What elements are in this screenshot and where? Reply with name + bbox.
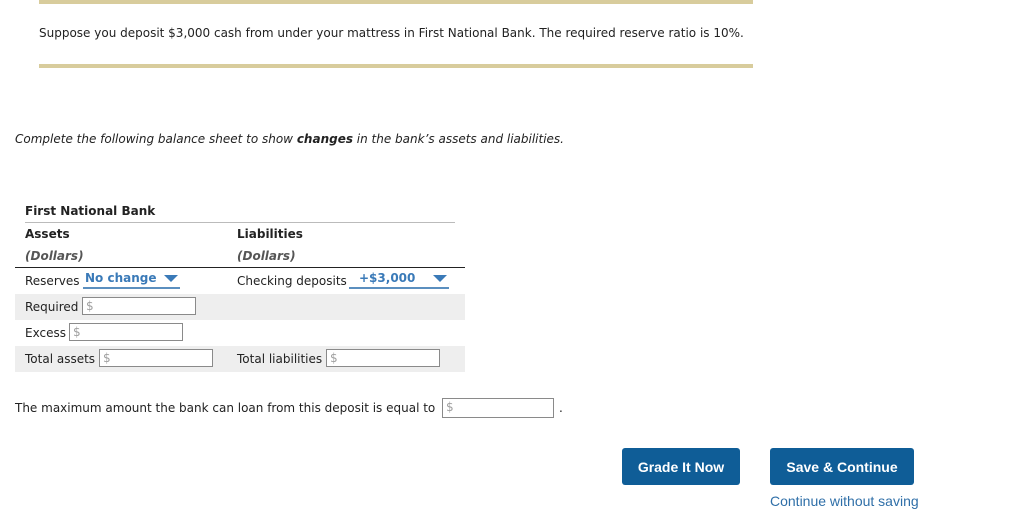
loan-period: . xyxy=(559,401,563,415)
assets-unit: (Dollars) xyxy=(25,249,84,263)
chevron-down-icon xyxy=(164,275,178,282)
total-assets-label: Total assets xyxy=(25,352,96,366)
loan-amount-field[interactable]: $ xyxy=(442,398,554,418)
loan-question-text: The maximum amount the bank can loan fro… xyxy=(15,401,436,415)
total-liabilities-input[interactable] xyxy=(341,351,437,365)
top-divider xyxy=(39,0,753,4)
totals-row: Total assets $ Total liabilities $ xyxy=(15,346,465,372)
checking-deposits-selected: +$3,000 xyxy=(359,271,416,285)
continue-without-saving-link[interactable]: Continue without saving xyxy=(770,493,919,509)
required-row: Required $ xyxy=(15,294,465,320)
required-field[interactable]: $ xyxy=(82,297,196,315)
scenario-text: Suppose you deposit $3,000 cash from und… xyxy=(39,26,744,40)
instruction-emphasis: changes xyxy=(296,132,353,146)
instruction-after: in the bank’s assets and liabilities. xyxy=(352,132,564,146)
excess-field[interactable]: $ xyxy=(69,323,183,341)
bottom-divider xyxy=(39,64,753,68)
dollar-sign: $ xyxy=(103,351,111,365)
reserves-selected: No change xyxy=(85,271,157,285)
dollar-sign: $ xyxy=(330,351,338,365)
title-divider xyxy=(25,222,455,223)
loan-amount-input[interactable] xyxy=(457,400,551,414)
reserves-dropdown[interactable]: No change xyxy=(83,269,180,289)
checking-deposits-dropdown[interactable]: +$3,000 xyxy=(349,269,449,289)
reserves-label: Reserves xyxy=(25,274,80,288)
dollar-sign: $ xyxy=(73,325,81,339)
dollar-sign: $ xyxy=(86,299,94,313)
instruction-before: Complete the following balance sheet to … xyxy=(15,132,297,146)
grade-it-now-button[interactable]: Grade It Now xyxy=(622,448,740,485)
reserves-row: Reserves No change Checking deposits +$3… xyxy=(15,268,465,294)
total-liabilities-label: Total liabilities xyxy=(237,352,323,366)
required-label: Required xyxy=(25,300,79,314)
liabilities-header: Liabilities xyxy=(237,227,303,241)
instruction-text: Complete the following balance sheet to … xyxy=(15,132,564,146)
checking-deposits-label: Checking deposits xyxy=(237,274,347,288)
excess-row: Excess $ xyxy=(15,320,465,346)
total-assets-input[interactable] xyxy=(114,351,210,365)
save-and-continue-button[interactable]: Save & Continue xyxy=(770,448,914,485)
required-input[interactable] xyxy=(97,299,193,313)
bank-name: First National Bank xyxy=(25,204,156,218)
liabilities-unit: (Dollars) xyxy=(237,249,296,263)
dollar-sign: $ xyxy=(446,400,454,414)
chevron-down-icon xyxy=(433,275,447,282)
assets-header: Assets xyxy=(25,227,70,241)
total-assets-field[interactable]: $ xyxy=(99,349,213,367)
total-liabilities-field[interactable]: $ xyxy=(326,349,440,367)
excess-label: Excess xyxy=(25,326,66,340)
excess-input[interactable] xyxy=(84,325,180,339)
